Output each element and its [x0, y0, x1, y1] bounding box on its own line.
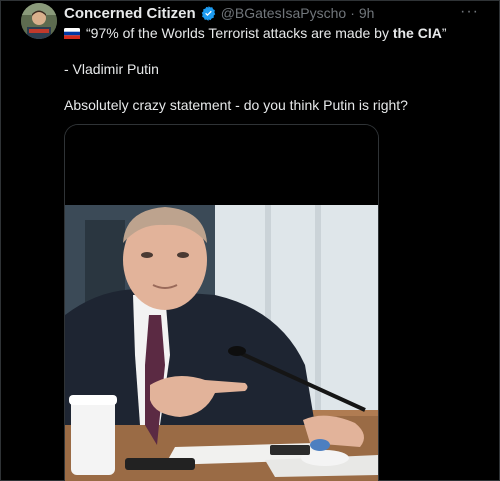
verified-badge-icon[interactable]: [200, 5, 217, 22]
post-text-comment: Absolutely crazy statement - do you thin…: [64, 97, 408, 113]
post-timestamp[interactable]: 9h: [359, 5, 375, 21]
author-handle[interactable]: @BGatesIsaPyscho: [221, 5, 347, 21]
photo-image: [65, 125, 378, 481]
author-display-name[interactable]: Concerned Citizen: [64, 5, 196, 22]
russia-flag-icon: [64, 27, 80, 39]
post-media-photo[interactable]: [64, 124, 379, 481]
post-text-attribution: - Vladimir Putin: [64, 61, 159, 77]
quote-bold-text: the CIA: [392, 25, 442, 41]
header-separator: ·: [350, 5, 355, 21]
post-container[interactable]: Concerned Citizen @BGatesIsaPyscho · 9h …: [0, 0, 500, 481]
quote-text: “97% of the Worlds Terrorist attacks are…: [86, 25, 447, 41]
post-text-quote: “97% of the Worlds Terrorist attacks are…: [64, 24, 447, 42]
author-avatar[interactable]: [21, 3, 57, 39]
more-options-icon[interactable]: ···: [460, 4, 482, 20]
avatar-image: [21, 3, 57, 39]
post-header: Concerned Citizen @BGatesIsaPyscho · 9h: [64, 3, 374, 23]
